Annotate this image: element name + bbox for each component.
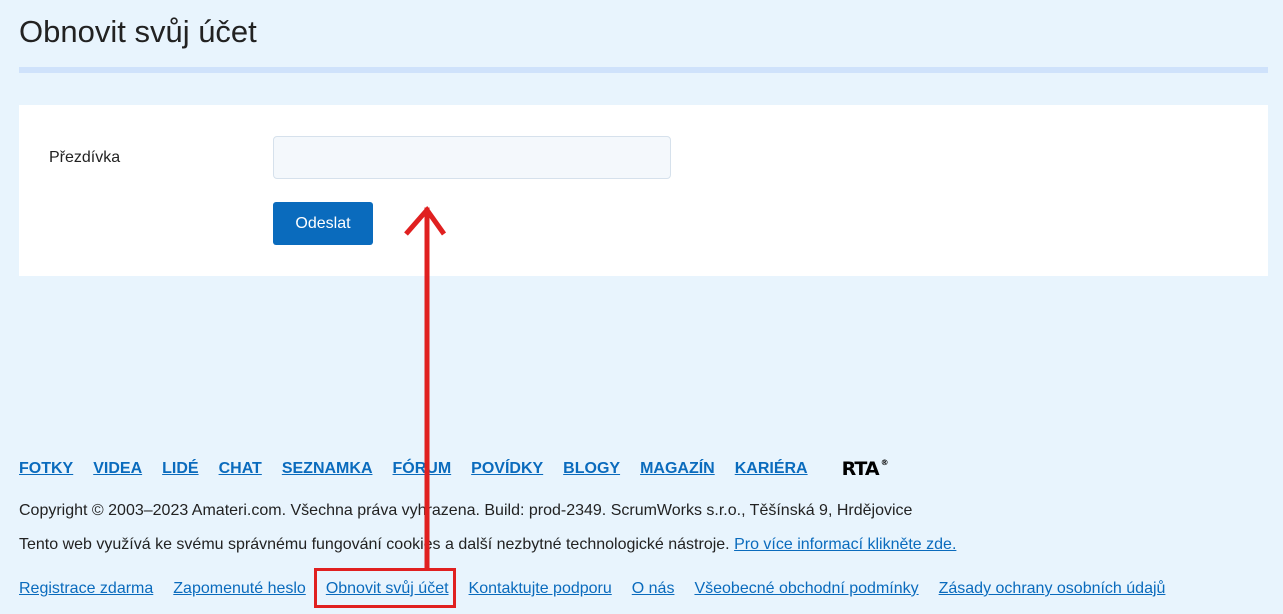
- rta-logo[interactable]: RTA ®: [841, 458, 889, 480]
- footer-nav-chat[interactable]: CHAT: [219, 460, 262, 478]
- footer-nav-stories[interactable]: POVÍDKY: [471, 460, 543, 478]
- forgot-password-link[interactable]: Zapomenuté heslo: [173, 580, 306, 598]
- footer-nav-dating[interactable]: SEZNAMKA: [282, 460, 373, 478]
- title-divider: [19, 67, 1268, 73]
- terms-link[interactable]: Všeobecné obchodní podmínky: [694, 580, 918, 598]
- privacy-link[interactable]: Zásady ochrany osobních údajů: [939, 580, 1166, 598]
- rta-logo-text: RTA: [841, 458, 880, 480]
- footer-nav-videos[interactable]: VIDEA: [93, 460, 142, 478]
- cookies-text: Tento web využívá ke svému správnému fun…: [19, 536, 730, 553]
- nickname-input[interactable]: [273, 136, 671, 179]
- restore-account-link[interactable]: Obnovit svůj účet: [326, 580, 449, 598]
- footer-nav-magazine[interactable]: MAGAZÍN: [640, 460, 715, 478]
- footer-nav-forum[interactable]: FÓRUM: [393, 460, 452, 478]
- page-title: Obnovit svůj účet: [19, 14, 257, 49]
- contact-support-link[interactable]: Kontaktujte podporu: [469, 580, 612, 598]
- footer-nav-career[interactable]: KARIÉRA: [735, 460, 808, 478]
- nickname-label: Přezdívka: [49, 149, 121, 166]
- footer-nav-blogs[interactable]: BLOGY: [563, 460, 620, 478]
- footer-links: Registrace zdarma Zapomenuté heslo Obnov…: [19, 580, 1185, 598]
- recovery-form: Přezdívka Odeslat: [19, 105, 1268, 276]
- copyright-text: Copyright © 2003–2023 Amateri.com. Všech…: [19, 502, 913, 519]
- about-link[interactable]: O nás: [632, 580, 675, 598]
- submit-button[interactable]: Odeslat: [273, 202, 373, 245]
- footer-nav: FOTKY VIDEA LIDÉ CHAT SEZNAMKA FÓRUM POV…: [19, 458, 889, 480]
- register-link[interactable]: Registrace zdarma: [19, 580, 153, 598]
- cookies-notice: Tento web využívá ke svému správnému fun…: [19, 536, 956, 554]
- footer-nav-photos[interactable]: FOTKY: [19, 460, 73, 478]
- footer-nav-people[interactable]: LIDÉ: [162, 460, 198, 478]
- rta-registered-mark: ®: [880, 458, 889, 467]
- cookies-more-info-link[interactable]: Pro více informací klikněte zde.: [734, 536, 956, 553]
